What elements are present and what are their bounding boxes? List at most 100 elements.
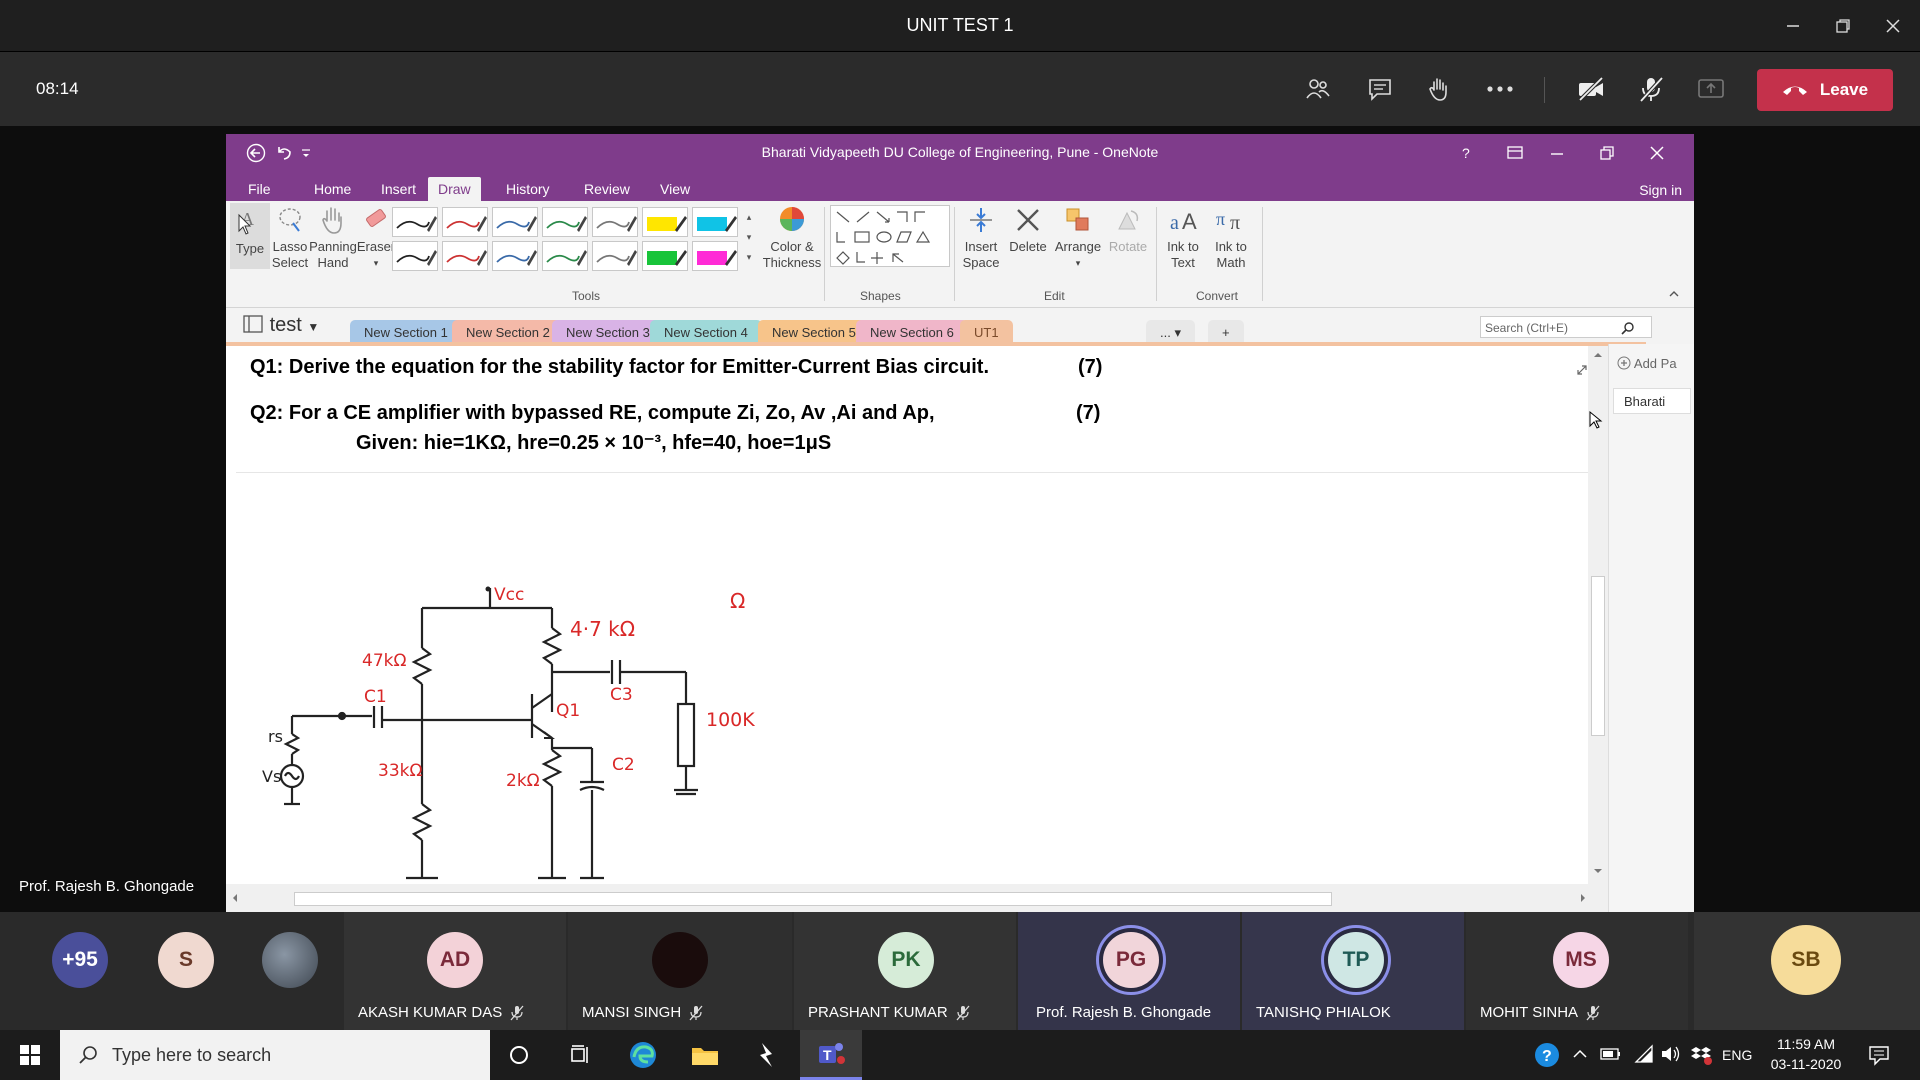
minimize-icon[interactable] (1548, 145, 1566, 161)
language-indicator[interactable]: ENG (1722, 1047, 1752, 1063)
teams-taskbar-button[interactable]: T (800, 1030, 862, 1080)
page-item[interactable]: Bharati (1613, 388, 1691, 414)
chat-button[interactable] (1355, 64, 1405, 114)
participant-tile[interactable]: +95 (0, 912, 112, 1030)
mic-toggle-button[interactable] (1626, 64, 1676, 114)
rotate-button[interactable]: Rotate (1104, 205, 1152, 255)
insert-space-button[interactable]: Insert Space (956, 205, 1006, 271)
more-sections-button[interactable]: ... ▾ (1146, 320, 1195, 344)
participants-button[interactable] (1293, 64, 1343, 114)
wifi-icon[interactable] (1634, 1044, 1654, 1064)
file-explorer-button[interactable] (680, 1030, 730, 1080)
battery-icon[interactable] (1600, 1046, 1622, 1062)
pen-swatch[interactable] (692, 207, 738, 237)
edge-button[interactable] (618, 1030, 668, 1080)
section-tab[interactable]: UT1 (960, 320, 1013, 344)
add-section-button[interactable]: + (1208, 320, 1244, 344)
arrange-button[interactable]: Arrange ▾ (1052, 205, 1104, 271)
minimize-button[interactable] (1768, 0, 1818, 52)
tab-history[interactable]: History (496, 177, 560, 201)
raise-hand-button[interactable] (1414, 64, 1464, 114)
tab-draw[interactable]: Draw (428, 177, 481, 201)
participant-tile[interactable]: PK PRASHANT KUMAR (794, 912, 1016, 1030)
pen-swatch[interactable] (642, 207, 688, 237)
restore-icon[interactable] (1598, 145, 1616, 161)
section-tab[interactable]: New Section 1 (350, 320, 462, 344)
taskbar-search-input[interactable]: Type here to search (60, 1030, 490, 1080)
ribbon-display-icon[interactable] (1506, 145, 1524, 161)
notifications-icon[interactable] (1868, 1044, 1890, 1066)
participant-tile[interactable]: AD AKASH KUMAR DAS (344, 912, 566, 1030)
pen-swatch[interactable] (442, 207, 488, 237)
ink-to-math-button[interactable]: ππ Ink to Math (1206, 205, 1256, 271)
scroll-left-icon[interactable] (230, 892, 240, 904)
ink-to-text-button[interactable]: aA Ink to Text (1158, 205, 1208, 271)
participant-tile[interactable]: MANSI SINGH (568, 912, 792, 1030)
type-tool-button[interactable]: A Type (230, 203, 270, 269)
participant-tile[interactable]: MS MOHIT SINHA (1466, 912, 1688, 1030)
search-input[interactable]: Search (Ctrl+E) (1480, 316, 1652, 338)
pen-swatch[interactable] (392, 207, 438, 237)
section-tab[interactable]: New Section 5 (758, 320, 870, 344)
note-page[interactable]: Q1: Derive the equation for the stabilit… (226, 346, 1588, 884)
help-icon[interactable]: ? (1458, 144, 1474, 162)
participant-tile[interactable]: SB (1694, 912, 1920, 1030)
pen-swatch[interactable] (492, 241, 538, 271)
tab-view[interactable]: View (650, 177, 700, 201)
camera-toggle-button[interactable] (1566, 64, 1616, 114)
restore-button[interactable] (1818, 0, 1868, 52)
help-tray-button[interactable]: ? (1522, 1030, 1572, 1080)
collapse-ribbon-icon[interactable] (1668, 289, 1680, 299)
scroll-right-icon[interactable] (1578, 892, 1588, 904)
section-tab[interactable]: New Section 2 (452, 320, 564, 344)
pen-swatch[interactable] (642, 241, 688, 271)
tab-file[interactable]: File (238, 177, 281, 201)
notebook-selector[interactable]: test ▼ (242, 314, 319, 337)
participant-tile[interactable]: TP TANISHQ PHIALOK (1242, 912, 1464, 1030)
cortana-button[interactable] (494, 1030, 544, 1080)
expand-icon[interactable] (1576, 364, 1588, 376)
show-hidden-icons-icon[interactable] (1572, 1047, 1588, 1061)
task-view-button[interactable] (555, 1030, 605, 1080)
scroll-down-icon[interactable] (1592, 866, 1604, 876)
pen-swatch[interactable] (492, 207, 538, 237)
tab-review[interactable]: Review (574, 177, 640, 201)
section-tab[interactable]: New Section 4 (650, 320, 762, 344)
more-options-button[interactable] (1475, 64, 1525, 114)
tab-home[interactable]: Home (304, 177, 361, 201)
pen-swatch[interactable] (542, 207, 588, 237)
pen-gallery-scroll[interactable]: ▴ ▾ ▾ (744, 207, 754, 269)
pen-swatch[interactable] (442, 241, 488, 271)
scroll-up-icon[interactable] (1592, 350, 1604, 360)
horizontal-scrollbar[interactable] (226, 884, 1608, 912)
dropbox-icon[interactable] (1690, 1044, 1712, 1066)
pinned-app-button[interactable] (742, 1030, 792, 1080)
panning-hand-button[interactable]: Panning Hand (308, 205, 358, 271)
volume-icon[interactable] (1660, 1044, 1682, 1064)
leave-button[interactable]: Leave (1757, 69, 1893, 111)
shapes-gallery[interactable] (830, 205, 950, 267)
pen-swatch[interactable] (542, 241, 588, 271)
participant-tile[interactable]: S (112, 912, 218, 1030)
scrollbar-thumb[interactable] (1591, 576, 1605, 736)
participant-tile[interactable]: PG Prof. Rajesh B. Ghongade (1018, 912, 1240, 1030)
tab-insert[interactable]: Insert (371, 177, 426, 201)
sign-in-link[interactable]: Sign in (1639, 182, 1682, 198)
arrange-dropdown-icon[interactable]: ▾ (1052, 255, 1104, 271)
add-page-button[interactable]: Add Pa (1617, 356, 1677, 371)
color-thickness-button[interactable]: Color & Thickness (762, 203, 822, 271)
start-button[interactable] (5, 1030, 55, 1080)
pen-swatch[interactable] (592, 207, 638, 237)
share-screen-button[interactable] (1686, 64, 1736, 114)
close-icon[interactable] (1648, 145, 1666, 161)
section-tab[interactable]: New Section 6 (856, 320, 968, 344)
section-tab[interactable]: New Section 3 (552, 320, 664, 344)
clock[interactable]: 11:59 AM 03-11-2020 (1766, 1034, 1846, 1074)
lasso-select-button[interactable]: Lasso Select (270, 205, 310, 271)
participant-tile[interactable] (218, 912, 336, 1030)
pen-swatch[interactable] (392, 241, 438, 271)
scrollbar-thumb[interactable] (294, 892, 1332, 906)
close-button[interactable] (1868, 0, 1918, 52)
pen-swatch[interactable] (692, 241, 738, 271)
delete-button[interactable]: Delete (1006, 205, 1050, 255)
